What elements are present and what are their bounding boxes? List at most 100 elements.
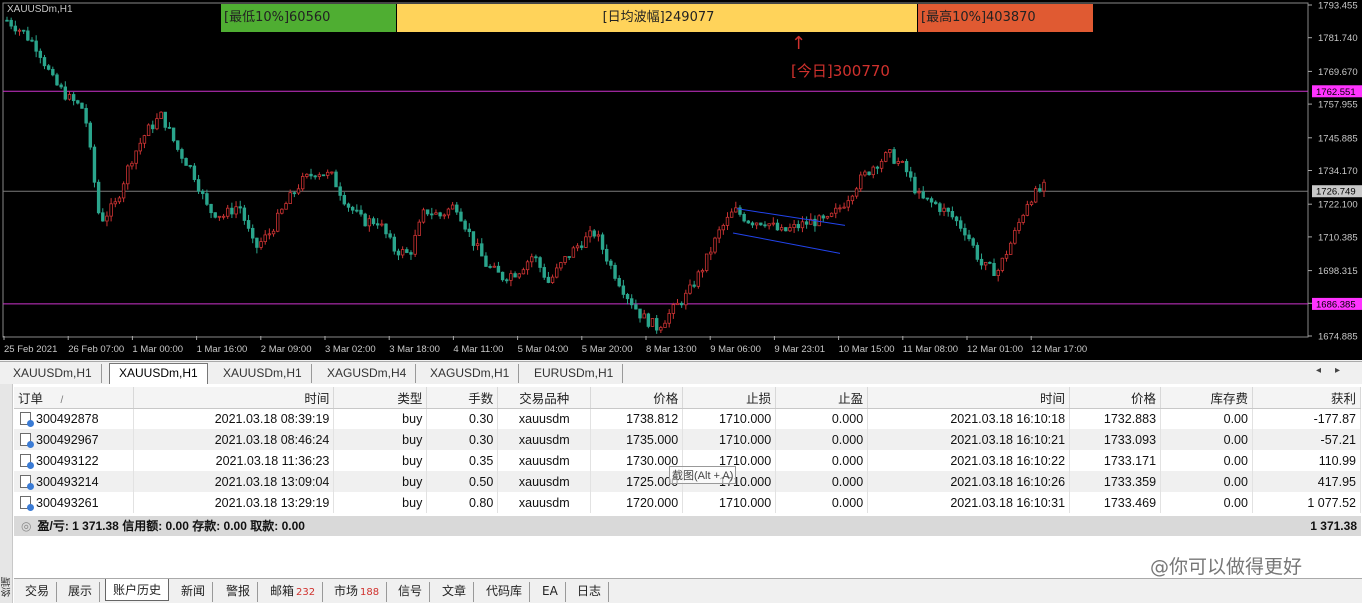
candle-body [959,220,963,229]
candle-body [596,234,601,237]
candle-body [671,304,676,314]
time-axis-label: 9 Mar 23:01 [774,344,825,355]
tab-market[interactable]: 市场 188 [327,582,388,602]
time-axis-label: 26 Feb 07:00 [68,344,124,355]
volume: 0.35 [426,450,499,471]
time-axis-label: 12 Mar 17:00 [1031,344,1087,355]
column-header-take-profit[interactable]: 止盈 [775,387,869,409]
table-row[interactable]: 300492967 2021.03.18 08:46:24 buy 0.30 x… [14,429,1362,450]
close-price: 1733.469 [1069,492,1162,513]
chart-tab[interactable]: EURUSDm,H1 [525,364,624,383]
candle-body [5,19,9,22]
candle-body [17,29,22,32]
closed-order-icon [20,495,34,511]
column-header-close-price[interactable]: 价格 [1069,387,1162,409]
candle-body [1013,230,1017,244]
candle-body [779,227,784,231]
chart-tab[interactable]: XAUUSDm,H1 [214,364,312,383]
tab-exposure[interactable]: 展示 [61,582,101,602]
column-header-open-time[interactable]: 时间 [133,387,335,409]
table-row[interactable]: 300492878 2021.03.18 08:39:19 buy 0.30 x… [14,408,1362,429]
open-time: 2021.03.18 08:46:24 [133,429,335,450]
tab-news[interactable]: 新闻 [174,582,214,602]
column-header-swap[interactable]: 库存费 [1160,387,1253,409]
candle-body [896,161,900,164]
price-chart[interactable]: 1793.455 1781.740 1769.670 1757.955 1745.885… [0,0,1362,360]
column-header-open-price[interactable]: 价格 [590,387,684,409]
tab-experts[interactable]: EA [535,582,566,602]
candle-body [430,213,434,216]
candle-body [559,262,563,269]
chart-tab[interactable]: XAGUSDm,H4 [318,364,417,383]
chart-tab-active[interactable]: XAUUSDm,H1 [109,363,208,384]
candle-body [555,267,559,278]
candle-body [92,146,97,183]
chart-tab[interactable]: XAUUSDm,H1 [4,364,102,383]
candle-body [496,265,501,273]
summary-dot-icon: ◎ [21,519,32,533]
candle-body [126,165,130,185]
swap: 0.00 [1160,492,1253,513]
open-time: 2021.03.18 13:29:19 [133,492,335,513]
candle-body [500,271,505,281]
tab-articles[interactable]: 文章 [435,582,475,602]
terminal-tabs: 交易 展示 账户历史 新闻 警报 邮箱 232 市场 188 信号 文章 代码库 E… [14,578,1362,603]
close-price: 1733.171 [1069,450,1162,471]
time-axis-label: 10 Mar 15:00 [839,344,895,355]
order-id: 300492967 [36,432,99,447]
stop-loss: 1710.000 [682,492,777,513]
table-row[interactable]: 300493261 2021.03.18 13:29:19 buy 0.80 x… [14,492,1362,513]
candle-body [663,322,667,328]
candle-body [296,188,301,194]
open-time: 2021.03.18 11:36:23 [133,450,335,471]
tab-code-base[interactable]: 代码库 [479,582,531,602]
candle-body [367,218,372,227]
candle-body [238,206,242,209]
column-header-symbol[interactable]: 交易品种 [497,387,592,409]
order-id: 300493122 [36,453,99,468]
candle-body [754,222,759,226]
tab-journal[interactable]: 日志 [570,582,610,602]
column-header-type[interactable]: 类型 [333,387,428,409]
price-axis-label: 1698.315 [1318,266,1358,277]
column-header-stop-loss[interactable]: 止损 [682,387,777,409]
candle-body [900,161,905,163]
tab-signals[interactable]: 信号 [391,582,431,602]
column-header-order[interactable]: 订单 / [14,387,135,409]
column-header-profit[interactable]: 获利 [1252,387,1362,409]
tab-mailbox[interactable]: 邮箱 232 [263,582,324,602]
tab-account-history[interactable]: 账户历史 [105,579,170,601]
candle-body [163,111,167,128]
candle-body [309,173,313,177]
candle-body [571,247,576,258]
column-header-volume[interactable]: 手数 [426,387,499,409]
close-time: 2021.03.18 16:10:31 [867,492,1071,513]
candle-body [642,313,646,319]
chart-canvas[interactable]: 1793.455 1781.740 1769.670 1757.955 1745.885… [0,0,1362,360]
tab-alerts[interactable]: 警报 [219,582,259,602]
screenshot-tooltip: 截图(Alt + A) [669,466,737,484]
chart-tab[interactable]: XAGUSDm,H1 [421,364,520,383]
candle-body [629,298,634,306]
candle-body [963,227,967,236]
candle-body [434,212,438,215]
candle-body [284,203,288,210]
range-average-box: [日均波幅]249077 [397,4,917,32]
candle-body [509,273,513,281]
candle-body [530,256,534,263]
terminal-side-strip[interactable]: 终端 [0,384,13,603]
candle-body [325,171,330,176]
watermark-text: @你可以做得更好 [1150,556,1303,578]
candle-body [700,270,705,273]
column-header-close-time[interactable]: 时间 [867,387,1071,409]
candle-body [13,25,18,32]
candle-body [221,215,226,218]
candle-body [192,165,197,180]
tab-trade[interactable]: 交易 [18,582,58,602]
swap: 0.00 [1160,471,1253,492]
candle-body [542,267,546,278]
candle-body [525,261,530,271]
candle-body [621,285,626,295]
tab-scroll-arrows-icon[interactable]: ◂▸ [1316,365,1354,376]
symbol: xauusdm [497,408,592,429]
